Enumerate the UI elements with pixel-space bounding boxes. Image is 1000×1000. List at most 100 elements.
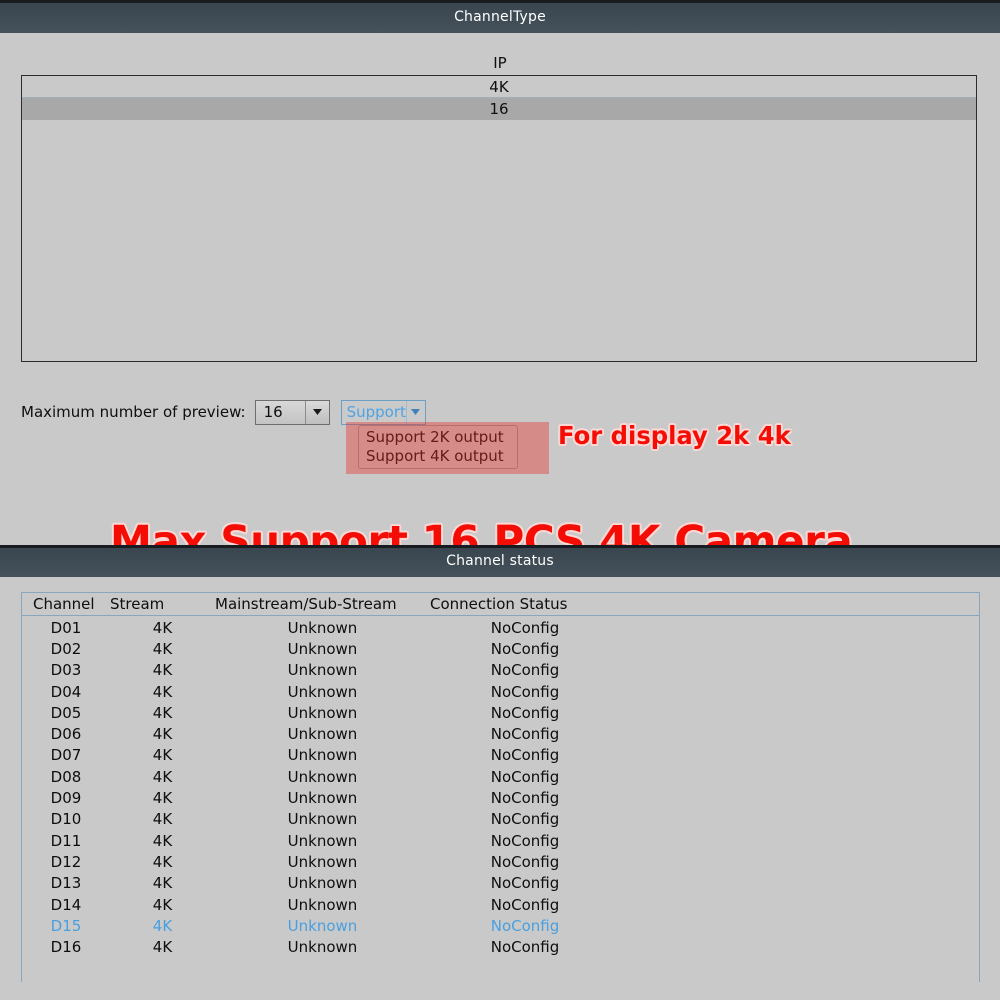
cell-status: NoConfig <box>490 703 560 722</box>
channel-status-table[interactable]: Channel Stream Mainstream/Sub-Stream Con… <box>21 592 980 982</box>
cell-stream: 4K <box>152 639 173 658</box>
cell-status: NoConfig <box>490 874 560 893</box>
cell-mainsub: Unknown <box>287 661 358 680</box>
cell-channel: D16 <box>50 938 82 957</box>
list-item[interactable]: 16 <box>22 98 976 120</box>
cell-channel: D02 <box>50 639 82 658</box>
cell-mainsub: Unknown <box>287 639 358 658</box>
table-row[interactable]: D13 4K Unknown NoConfig <box>22 873 979 894</box>
cell-status: NoConfig <box>490 725 560 744</box>
table-body: D01 4K Unknown NoConfig D02 4K Unknown NoConfig… <box>22 616 979 958</box>
preview-settings-row: Maximum number of preview: 16 Support <box>21 399 426 425</box>
table-row[interactable]: D06 4K Unknown NoConfig <box>22 723 979 744</box>
table-row[interactable]: D12 4K Unknown NoConfig <box>22 851 979 872</box>
table-row[interactable]: D15 4K Unknown NoConfig <box>22 915 979 936</box>
cell-status: NoConfig <box>490 852 560 871</box>
cell-mainsub: Unknown <box>287 725 358 744</box>
cell-status: NoConfig <box>490 767 560 786</box>
cell-status: NoConfig <box>490 789 560 808</box>
cell-mainsub: Unknown <box>287 789 358 808</box>
table-header-row: Channel Stream Mainstream/Sub-Stream Con… <box>22 593 979 616</box>
table-row[interactable]: D09 4K Unknown NoConfig <box>22 787 979 808</box>
cell-mainsub: Unknown <box>287 895 358 914</box>
chevron-down-icon[interactable] <box>405 400 425 424</box>
cell-mainsub: Unknown <box>287 852 358 871</box>
cell-stream: 4K <box>152 852 173 871</box>
table-row[interactable]: D14 4K Unknown NoConfig <box>22 894 979 915</box>
cell-status: NoConfig <box>490 618 560 637</box>
cell-status: NoConfig <box>490 661 560 680</box>
column-header-mainsub: Mainstream/Sub-Stream <box>215 595 397 613</box>
cell-channel: D04 <box>50 682 82 701</box>
cell-stream: 4K <box>152 767 173 786</box>
cell-channel: D06 <box>50 725 82 744</box>
cell-stream: 4K <box>152 831 173 850</box>
cell-mainsub: Unknown <box>287 831 358 850</box>
table-row[interactable]: D02 4K Unknown NoConfig <box>22 638 979 659</box>
cell-stream: 4K <box>152 916 173 935</box>
table-row[interactable]: D03 4K Unknown NoConfig <box>22 660 979 681</box>
cell-channel: D11 <box>50 831 82 850</box>
channel-type-title: ChannelType <box>454 8 546 25</box>
table-row[interactable]: D07 4K Unknown NoConfig <box>22 745 979 766</box>
cell-status: NoConfig <box>490 746 560 765</box>
cell-channel: D13 <box>50 874 82 893</box>
cell-channel: D03 <box>50 661 82 680</box>
cell-stream: 4K <box>152 725 173 744</box>
cell-status: NoConfig <box>490 895 560 914</box>
cell-mainsub: Unknown <box>287 938 358 957</box>
annotation-display-note: For display 2k 4k <box>558 421 791 450</box>
table-row[interactable]: D01 4K Unknown NoConfig <box>22 617 979 638</box>
channel-status-panel: Channel Stream Mainstream/Sub-Stream Con… <box>0 577 1000 1000</box>
cell-stream: 4K <box>152 810 173 829</box>
cell-mainsub: Unknown <box>287 618 358 637</box>
support-output-select[interactable]: Support <box>340 399 426 425</box>
cell-channel: D07 <box>50 746 82 765</box>
cell-channel: D14 <box>50 895 82 914</box>
support-output-dropdown-list[interactable]: Support 2K output Support 4K output <box>358 425 518 469</box>
preview-count-label: Maximum number of preview: <box>21 403 246 421</box>
cell-status: NoConfig <box>490 938 560 957</box>
cell-mainsub: Unknown <box>287 682 358 701</box>
cell-stream: 4K <box>152 938 173 957</box>
table-row[interactable]: D10 4K Unknown NoConfig <box>22 809 979 830</box>
cell-stream: 4K <box>152 789 173 808</box>
cell-status: NoConfig <box>490 639 560 658</box>
ip-column-header: IP <box>493 54 507 72</box>
cell-status: NoConfig <box>490 682 560 701</box>
preview-count-select[interactable]: 16 <box>254 399 330 425</box>
column-header-stream: Stream <box>110 595 165 613</box>
table-row[interactable]: D08 4K Unknown NoConfig <box>22 766 979 787</box>
cell-mainsub: Unknown <box>287 810 358 829</box>
cell-mainsub: Unknown <box>287 916 358 935</box>
column-header-connection-status: Connection Status <box>430 595 568 613</box>
table-row[interactable]: D04 4K Unknown NoConfig <box>22 681 979 702</box>
cell-channel: D10 <box>50 810 82 829</box>
channel-status-titlebar: Channel status <box>0 545 1000 577</box>
cell-stream: 4K <box>152 661 173 680</box>
cell-mainsub: Unknown <box>287 746 358 765</box>
table-row[interactable]: D16 4K Unknown NoConfig <box>22 936 979 957</box>
cell-status: NoConfig <box>490 810 560 829</box>
cell-status: NoConfig <box>490 916 560 935</box>
table-row[interactable]: D11 4K Unknown NoConfig <box>22 830 979 851</box>
cell-channel: D05 <box>50 703 82 722</box>
dropdown-option-4k[interactable]: Support 4K output <box>359 447 517 466</box>
cell-mainsub: Unknown <box>287 703 358 722</box>
cell-stream: 4K <box>152 618 173 637</box>
cell-stream: 4K <box>152 895 173 914</box>
cell-stream: 4K <box>152 746 173 765</box>
channel-type-panel: IP 4K 16 Maximum number of preview: 16 S… <box>0 33 1000 567</box>
cell-channel: D12 <box>50 852 82 871</box>
channel-status-title: Channel status <box>446 553 554 569</box>
table-row[interactable]: D05 4K Unknown NoConfig <box>22 702 979 723</box>
cell-stream: 4K <box>152 874 173 893</box>
cell-mainsub: Unknown <box>287 874 358 893</box>
cell-status: NoConfig <box>490 831 560 850</box>
channel-type-listbox[interactable]: 4K 16 <box>21 75 977 362</box>
cell-channel: D09 <box>50 789 82 808</box>
dropdown-option-2k[interactable]: Support 2K output <box>359 428 517 447</box>
channel-type-titlebar: ChannelType <box>0 0 1000 33</box>
list-item[interactable]: 4K <box>22 76 976 98</box>
chevron-down-icon[interactable] <box>304 400 329 424</box>
